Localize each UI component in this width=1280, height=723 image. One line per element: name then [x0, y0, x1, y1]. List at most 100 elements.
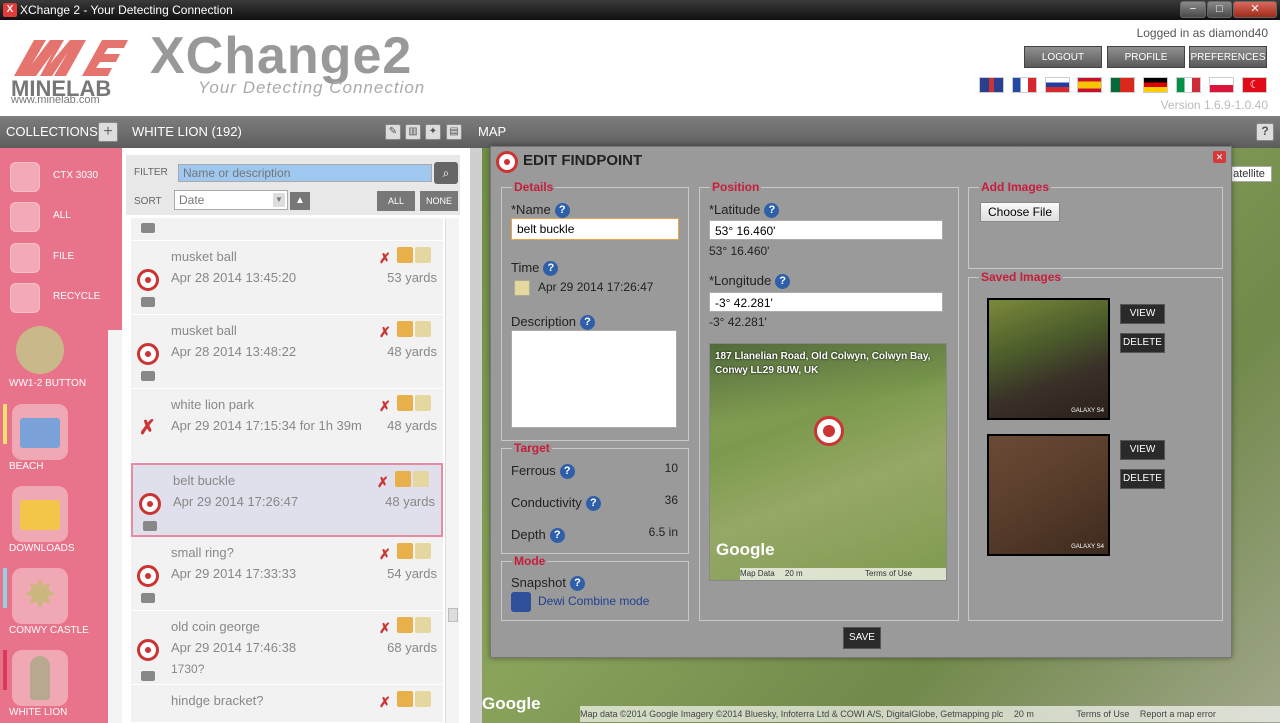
edit-pencil-icon[interactable] [415, 617, 431, 633]
map-data-link[interactable]: Map Data [740, 569, 775, 578]
sidebar-item-ctx3030[interactable]: CTX 3030 [0, 156, 122, 196]
flag-italy-icon[interactable] [1176, 77, 1201, 93]
search-icon[interactable]: ⌕ [434, 162, 458, 184]
edit-pencil-icon[interactable] [415, 321, 431, 337]
map-marker-icon[interactable] [397, 321, 413, 337]
description-label: Description? [511, 314, 596, 331]
sidebar-scrollbar[interactable] [108, 330, 122, 723]
list-item[interactable]: ✗ white lion park Apr 29 2014 17:15:34 f… [131, 389, 443, 463]
name-input[interactable]: belt buckle [511, 218, 679, 240]
saved-image-thumbnail[interactable]: GALAXY S4 [987, 298, 1110, 420]
calendar-edit-icon[interactable] [514, 280, 530, 296]
view-image-button[interactable]: VIEW [1120, 440, 1165, 460]
choose-file-button[interactable]: Choose File [980, 202, 1060, 222]
collection-downloads[interactable]: DOWNLOADS [0, 482, 122, 562]
satellite-toggle[interactable]: atellite [1226, 166, 1272, 182]
minimize-button[interactable]: − [1180, 1, 1206, 18]
list-item[interactable]: old coin george Apr 29 2014 17:46:38 68 … [131, 611, 443, 685]
flag-portugal-icon[interactable] [1110, 77, 1135, 93]
logout-button[interactable]: LOGOUT [1024, 46, 1102, 68]
globe-icon[interactable]: ✦ [425, 124, 441, 140]
flag-uk-icon[interactable] [979, 77, 1004, 93]
longitude-input[interactable]: -3° 42.281' [709, 292, 943, 312]
map-marker-icon[interactable] [397, 395, 413, 411]
map-marker-icon[interactable] [397, 247, 413, 263]
saved-image-thumbnail[interactable]: GALAXY S4 [987, 434, 1110, 556]
help-icon[interactable]: ? [580, 315, 596, 331]
description-textarea[interactable] [511, 330, 677, 428]
trail-icon[interactable]: ✗ [379, 694, 395, 710]
list-scrollbar[interactable] [445, 218, 459, 723]
flag-germany-icon[interactable] [1143, 77, 1168, 93]
sidebar-item-file[interactable]: FILE [0, 237, 122, 277]
trail-icon[interactable]: ✗ [379, 620, 395, 636]
flag-spain-icon[interactable] [1077, 77, 1102, 93]
detector-mode-icon [511, 592, 531, 612]
preferences-button[interactable]: PREFERENCES [1189, 46, 1267, 68]
trash-icon[interactable]: ▥ [405, 124, 421, 140]
delete-image-button[interactable]: DELETE [1120, 333, 1165, 353]
collection-beach[interactable]: BEACH [0, 400, 122, 480]
select-all-button[interactable]: ALL [377, 191, 415, 211]
collection-white-lion[interactable]: WHITE LION [0, 646, 122, 723]
map-marker-icon[interactable] [397, 691, 413, 707]
map-terms-link[interactable]: Terms of Use [865, 569, 912, 578]
help-icon[interactable]: ? [559, 464, 575, 480]
flag-turkey-icon[interactable]: ☾ [1242, 77, 1267, 93]
edit-icon[interactable]: ✎ [385, 124, 401, 140]
map-marker-icon[interactable] [395, 471, 411, 487]
add-collection-button[interactable]: + [98, 122, 118, 142]
profile-button[interactable]: PROFILE [1107, 46, 1185, 68]
sort-label: SORT [134, 196, 162, 207]
sort-select[interactable]: Date ▼ [174, 190, 288, 210]
edit-pencil-icon[interactable] [413, 471, 429, 487]
help-icon[interactable]: ? [543, 261, 559, 277]
sidebar-item-recycle[interactable]: RECYCLE [0, 277, 122, 317]
help-icon[interactable]: ? [775, 274, 791, 290]
collection-conwy-castle[interactable]: ✸ CONWY CASTLE [0, 564, 122, 644]
maximize-button[interactable]: □ [1207, 1, 1232, 18]
sort-direction-button[interactable]: ▲ [290, 192, 310, 210]
trail-icon[interactable]: ✗ [379, 398, 395, 414]
delete-image-button[interactable]: DELETE [1120, 469, 1165, 489]
collection-ww1-2-button[interactable]: WW1-2 BUTTON [0, 326, 122, 406]
trail-icon[interactable]: ✗ [377, 474, 393, 490]
trail-icon[interactable]: ✗ [379, 546, 395, 562]
flag-france-icon[interactable] [1012, 77, 1037, 93]
latitude-input[interactable]: 53° 16.460' [709, 220, 943, 240]
edit-pencil-icon[interactable] [415, 247, 431, 263]
view-image-button[interactable]: VIEW [1120, 304, 1165, 324]
edit-pencil-icon[interactable] [415, 395, 431, 411]
help-icon[interactable]: ? [549, 528, 565, 544]
edit-pencil-icon[interactable] [415, 543, 431, 559]
select-none-button[interactable]: NONE [420, 191, 458, 211]
list-item[interactable]: hindge bracket? ✗ [131, 685, 443, 723]
close-dialog-button[interactable]: ✕ [1213, 151, 1226, 163]
trail-icon[interactable]: ✗ [379, 324, 395, 340]
mode-name-link[interactable]: Dewi Combine mode [538, 594, 649, 608]
export-icon[interactable]: ▤ [446, 124, 462, 140]
map-marker-icon[interactable] [397, 543, 413, 559]
save-button[interactable]: SAVE [843, 627, 881, 649]
help-icon[interactable]: ? [764, 203, 780, 219]
filter-input[interactable] [178, 164, 432, 182]
location-pin-icon[interactable] [814, 416, 844, 446]
list-item[interactable]: musket ball Apr 28 2014 13:45:20 53 yard… [131, 241, 443, 315]
help-icon[interactable]: ? [1256, 123, 1274, 141]
trail-icon[interactable]: ✗ [379, 250, 395, 266]
help-icon[interactable]: ? [569, 576, 585, 592]
list-item[interactable]: small ring? Apr 29 2014 17:33:33 54 yard… [131, 537, 443, 611]
list-item[interactable]: musket ball Apr 28 2014 13:48:22 48 yard… [131, 315, 443, 389]
map-terms-link[interactable]: Terms of Use [1076, 709, 1129, 719]
map-marker-icon[interactable] [397, 617, 413, 633]
list-item-selected[interactable]: belt buckle Apr 29 2014 17:26:47 48 yard… [131, 463, 443, 537]
report-map-error-link[interactable]: Report a map error [1140, 709, 1216, 719]
sidebar-item-all[interactable]: ALL [0, 196, 122, 236]
close-window-button[interactable]: ✕ [1233, 1, 1277, 18]
help-icon[interactable]: ? [554, 203, 570, 219]
edit-pencil-icon[interactable] [415, 691, 431, 707]
flag-poland-icon[interactable] [1209, 77, 1234, 93]
help-icon[interactable]: ? [585, 496, 601, 512]
flag-russia-icon[interactable] [1045, 77, 1070, 93]
position-map[interactable]: 187 Llanelian Road, Old Colwyn, Colwyn B… [709, 343, 947, 581]
